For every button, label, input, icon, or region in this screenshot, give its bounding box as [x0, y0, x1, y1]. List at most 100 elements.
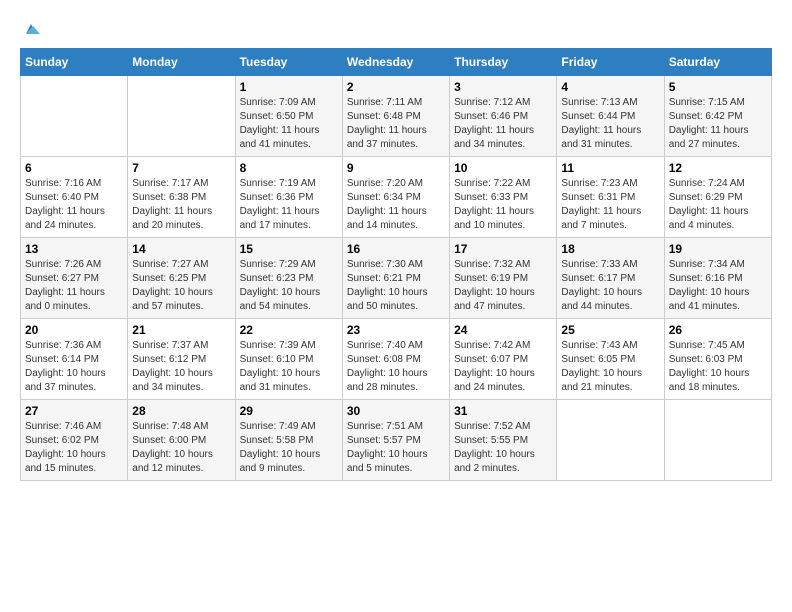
weekday-header-sunday: Sunday: [21, 49, 128, 76]
calendar-cell-0-4: 3 Sunrise: 7:12 AMSunset: 6:46 PMDayligh…: [450, 76, 557, 157]
day-info: Sunrise: 7:40 AMSunset: 6:08 PMDaylight:…: [347, 339, 445, 395]
day-info: Sunrise: 7:49 AMSunset: 5:58 PMDaylight:…: [240, 420, 338, 476]
day-info: Sunrise: 7:33 AMSunset: 6:17 PMDaylight:…: [561, 258, 659, 314]
week-row-4: 20 Sunrise: 7:36 AMSunset: 6:14 PMDaylig…: [21, 319, 772, 400]
day-number: 30: [347, 404, 445, 418]
day-number: 22: [240, 323, 338, 337]
calendar-cell-1-6: 12 Sunrise: 7:24 AMSunset: 6:29 PMDaylig…: [664, 157, 771, 238]
day-info: Sunrise: 7:27 AMSunset: 6:25 PMDaylight:…: [132, 258, 230, 314]
day-info: Sunrise: 7:36 AMSunset: 6:14 PMDaylight:…: [25, 339, 123, 395]
day-info: Sunrise: 7:30 AMSunset: 6:21 PMDaylight:…: [347, 258, 445, 314]
calendar-cell-3-3: 23 Sunrise: 7:40 AMSunset: 6:08 PMDaylig…: [342, 319, 449, 400]
day-info: Sunrise: 7:24 AMSunset: 6:29 PMDaylight:…: [669, 177, 767, 233]
weekday-header-row: SundayMondayTuesdayWednesdayThursdayFrid…: [21, 49, 772, 76]
page-header: [20, 20, 772, 38]
day-number: 23: [347, 323, 445, 337]
day-number: 14: [132, 242, 230, 256]
weekday-header-thursday: Thursday: [450, 49, 557, 76]
day-info: Sunrise: 7:43 AMSunset: 6:05 PMDaylight:…: [561, 339, 659, 395]
calendar-cell-3-6: 26 Sunrise: 7:45 AMSunset: 6:03 PMDaylig…: [664, 319, 771, 400]
day-info: Sunrise: 7:11 AMSunset: 6:48 PMDaylight:…: [347, 96, 445, 152]
calendar-cell-1-4: 10 Sunrise: 7:22 AMSunset: 6:33 PMDaylig…: [450, 157, 557, 238]
day-info: Sunrise: 7:48 AMSunset: 6:00 PMDaylight:…: [132, 420, 230, 476]
day-info: Sunrise: 7:19 AMSunset: 6:36 PMDaylight:…: [240, 177, 338, 233]
calendar-cell-2-0: 13 Sunrise: 7:26 AMSunset: 6:27 PMDaylig…: [21, 238, 128, 319]
day-info: Sunrise: 7:42 AMSunset: 6:07 PMDaylight:…: [454, 339, 552, 395]
weekday-header-friday: Friday: [557, 49, 664, 76]
day-info: Sunrise: 7:46 AMSunset: 6:02 PMDaylight:…: [25, 420, 123, 476]
week-row-1: 1 Sunrise: 7:09 AMSunset: 6:50 PMDayligh…: [21, 76, 772, 157]
calendar-cell-1-0: 6 Sunrise: 7:16 AMSunset: 6:40 PMDayligh…: [21, 157, 128, 238]
day-number: 24: [454, 323, 552, 337]
day-number: 2: [347, 80, 445, 94]
calendar-cell-1-1: 7 Sunrise: 7:17 AMSunset: 6:38 PMDayligh…: [128, 157, 235, 238]
calendar-cell-4-2: 29 Sunrise: 7:49 AMSunset: 5:58 PMDaylig…: [235, 400, 342, 481]
calendar-cell-3-0: 20 Sunrise: 7:36 AMSunset: 6:14 PMDaylig…: [21, 319, 128, 400]
day-info: Sunrise: 7:22 AMSunset: 6:33 PMDaylight:…: [454, 177, 552, 233]
day-number: 15: [240, 242, 338, 256]
week-row-3: 13 Sunrise: 7:26 AMSunset: 6:27 PMDaylig…: [21, 238, 772, 319]
day-info: Sunrise: 7:34 AMSunset: 6:16 PMDaylight:…: [669, 258, 767, 314]
day-number: 17: [454, 242, 552, 256]
day-number: 11: [561, 161, 659, 175]
day-number: 6: [25, 161, 123, 175]
day-info: Sunrise: 7:15 AMSunset: 6:42 PMDaylight:…: [669, 96, 767, 152]
calendar-cell-1-5: 11 Sunrise: 7:23 AMSunset: 6:31 PMDaylig…: [557, 157, 664, 238]
calendar-cell-1-2: 8 Sunrise: 7:19 AMSunset: 6:36 PMDayligh…: [235, 157, 342, 238]
day-number: 26: [669, 323, 767, 337]
day-number: 5: [669, 80, 767, 94]
day-info: Sunrise: 7:45 AMSunset: 6:03 PMDaylight:…: [669, 339, 767, 395]
calendar-cell-3-5: 25 Sunrise: 7:43 AMSunset: 6:05 PMDaylig…: [557, 319, 664, 400]
day-number: 12: [669, 161, 767, 175]
day-info: Sunrise: 7:23 AMSunset: 6:31 PMDaylight:…: [561, 177, 659, 233]
calendar-cell-4-4: 31 Sunrise: 7:52 AMSunset: 5:55 PMDaylig…: [450, 400, 557, 481]
weekday-header-tuesday: Tuesday: [235, 49, 342, 76]
day-number: 16: [347, 242, 445, 256]
week-row-2: 6 Sunrise: 7:16 AMSunset: 6:40 PMDayligh…: [21, 157, 772, 238]
calendar-cell-2-3: 16 Sunrise: 7:30 AMSunset: 6:21 PMDaylig…: [342, 238, 449, 319]
day-number: 19: [669, 242, 767, 256]
day-info: Sunrise: 7:09 AMSunset: 6:50 PMDaylight:…: [240, 96, 338, 152]
day-number: 20: [25, 323, 123, 337]
day-info: Sunrise: 7:26 AMSunset: 6:27 PMDaylight:…: [25, 258, 123, 314]
calendar-cell-4-6: [664, 400, 771, 481]
day-number: 18: [561, 242, 659, 256]
calendar-cell-0-3: 2 Sunrise: 7:11 AMSunset: 6:48 PMDayligh…: [342, 76, 449, 157]
logo: [20, 20, 40, 38]
calendar-cell-0-2: 1 Sunrise: 7:09 AMSunset: 6:50 PMDayligh…: [235, 76, 342, 157]
calendar-cell-0-5: 4 Sunrise: 7:13 AMSunset: 6:44 PMDayligh…: [557, 76, 664, 157]
day-number: 7: [132, 161, 230, 175]
calendar-cell-4-0: 27 Sunrise: 7:46 AMSunset: 6:02 PMDaylig…: [21, 400, 128, 481]
day-info: Sunrise: 7:16 AMSunset: 6:40 PMDaylight:…: [25, 177, 123, 233]
day-info: Sunrise: 7:17 AMSunset: 6:38 PMDaylight:…: [132, 177, 230, 233]
day-info: Sunrise: 7:32 AMSunset: 6:19 PMDaylight:…: [454, 258, 552, 314]
day-number: 21: [132, 323, 230, 337]
calendar-table: SundayMondayTuesdayWednesdayThursdayFrid…: [20, 48, 772, 481]
day-number: 3: [454, 80, 552, 94]
calendar-cell-3-4: 24 Sunrise: 7:42 AMSunset: 6:07 PMDaylig…: [450, 319, 557, 400]
day-info: Sunrise: 7:12 AMSunset: 6:46 PMDaylight:…: [454, 96, 552, 152]
day-number: 9: [347, 161, 445, 175]
day-number: 27: [25, 404, 123, 418]
day-number: 25: [561, 323, 659, 337]
weekday-header-wednesday: Wednesday: [342, 49, 449, 76]
day-number: 1: [240, 80, 338, 94]
day-number: 4: [561, 80, 659, 94]
logo-icon: [22, 20, 40, 38]
calendar-cell-4-3: 30 Sunrise: 7:51 AMSunset: 5:57 PMDaylig…: [342, 400, 449, 481]
calendar-cell-2-2: 15 Sunrise: 7:29 AMSunset: 6:23 PMDaylig…: [235, 238, 342, 319]
calendar-cell-3-2: 22 Sunrise: 7:39 AMSunset: 6:10 PMDaylig…: [235, 319, 342, 400]
day-number: 10: [454, 161, 552, 175]
calendar-cell-2-4: 17 Sunrise: 7:32 AMSunset: 6:19 PMDaylig…: [450, 238, 557, 319]
calendar-cell-4-1: 28 Sunrise: 7:48 AMSunset: 6:00 PMDaylig…: [128, 400, 235, 481]
day-info: Sunrise: 7:39 AMSunset: 6:10 PMDaylight:…: [240, 339, 338, 395]
weekday-header-monday: Monday: [128, 49, 235, 76]
day-info: Sunrise: 7:20 AMSunset: 6:34 PMDaylight:…: [347, 177, 445, 233]
calendar-cell-2-5: 18 Sunrise: 7:33 AMSunset: 6:17 PMDaylig…: [557, 238, 664, 319]
calendar-cell-4-5: [557, 400, 664, 481]
day-info: Sunrise: 7:37 AMSunset: 6:12 PMDaylight:…: [132, 339, 230, 395]
calendar-cell-0-6: 5 Sunrise: 7:15 AMSunset: 6:42 PMDayligh…: [664, 76, 771, 157]
weekday-header-saturday: Saturday: [664, 49, 771, 76]
day-info: Sunrise: 7:29 AMSunset: 6:23 PMDaylight:…: [240, 258, 338, 314]
day-info: Sunrise: 7:51 AMSunset: 5:57 PMDaylight:…: [347, 420, 445, 476]
